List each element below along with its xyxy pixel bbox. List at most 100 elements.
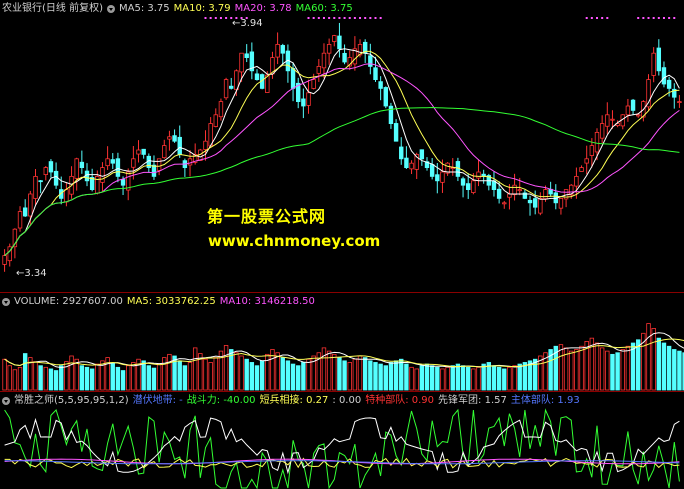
volume-bar	[357, 355, 363, 391]
candle-body	[610, 118, 615, 121]
volume-bar	[435, 366, 440, 391]
candle-body	[110, 159, 115, 164]
volume-bar	[599, 347, 605, 391]
candle-body	[218, 101, 224, 118]
signal-marker	[379, 17, 382, 19]
volume-bar	[275, 352, 280, 391]
candle-body	[543, 189, 548, 200]
signal-marker	[214, 17, 217, 19]
volume-bar	[383, 365, 388, 391]
candle-body	[244, 53, 249, 59]
indicator-header: 常胜之师(5,5,95,95,1,2) 潜伏地带: - 战斗力: -40.00 …	[2, 394, 580, 408]
ma10-line	[4, 50, 680, 256]
candle-body	[368, 55, 373, 67]
signal-marker	[322, 17, 325, 19]
candle-body	[393, 123, 399, 142]
signal-marker	[333, 17, 336, 19]
candle-body	[594, 131, 600, 153]
volume-bar	[378, 363, 383, 391]
signal-marker	[585, 17, 588, 19]
volume-bar	[33, 361, 38, 391]
volume-bar	[440, 368, 445, 391]
candle-body	[373, 67, 378, 81]
signal-marker	[209, 17, 212, 19]
candle-body	[301, 98, 306, 107]
low-price-annotation: ←3.34	[16, 268, 47, 279]
candle-body	[636, 114, 641, 117]
signal-marker	[359, 17, 362, 19]
volume-bar	[445, 366, 450, 391]
signal-marker	[307, 17, 310, 19]
candle-body	[187, 158, 193, 166]
candle-body	[275, 44, 280, 58]
candle-body	[254, 73, 260, 80]
candle-body	[79, 161, 85, 168]
volume-bar	[605, 350, 610, 391]
signal-marker	[312, 17, 315, 19]
volume-bar	[393, 360, 399, 391]
candle-body	[605, 114, 610, 127]
candle-body	[28, 193, 33, 217]
candle-body	[460, 178, 466, 186]
candle-body	[177, 136, 182, 155]
ma60-label: MA60: 3.75	[295, 3, 353, 14]
indicator-pane[interactable]: 常胜之师(5,5,95,95,1,2) 潜伏地带: - 战斗力: -40.00 …	[0, 391, 684, 489]
price-pane[interactable]: 农业银行(日线 前复权) MA5: 3.75 MA10: 3.79 MA20: …	[0, 0, 684, 292]
volume-bar	[182, 365, 188, 391]
candle-body	[48, 161, 54, 173]
ma20-label: MA20: 3.78	[234, 3, 292, 14]
volume-bar	[625, 345, 631, 391]
candle-body	[115, 158, 121, 177]
volume-pane[interactable]: VOLUME: 2927607.00 MA5: 3033762.25 MA10:…	[0, 292, 684, 391]
candle-body	[471, 180, 476, 193]
volume-bar	[373, 362, 378, 391]
volume-bar	[290, 363, 296, 391]
indicator-settings-icon[interactable]	[2, 397, 10, 405]
volume-bar	[476, 366, 481, 391]
candle-body	[625, 105, 631, 116]
candle-body	[213, 114, 218, 127]
candle-body	[435, 174, 440, 182]
candle-body	[33, 175, 38, 199]
volume-bar	[126, 365, 131, 391]
volume-bar	[496, 366, 502, 391]
volume-bar	[491, 365, 497, 391]
volume-bar	[419, 365, 425, 391]
volume-bar	[368, 360, 373, 391]
signal-marker	[637, 17, 640, 19]
stock-title: 农业银行(日线 前复权)	[2, 3, 103, 14]
volume-settings-icon[interactable]	[2, 298, 10, 306]
volume-header: VOLUME: 2927607.00 MA5: 3033762.25 MA10:…	[2, 295, 315, 309]
settings-dropdown-icon[interactable]	[106, 5, 115, 13]
candle-body	[399, 146, 404, 160]
candle-body	[332, 35, 337, 42]
volume-bar	[146, 365, 152, 391]
volume-bar	[59, 365, 64, 391]
volume-bar	[254, 365, 260, 391]
candle-body	[630, 99, 636, 111]
candle-body	[496, 188, 502, 199]
volume-bar	[656, 337, 662, 391]
volume-bar	[208, 362, 213, 391]
volume-bar	[239, 355, 244, 391]
signal-marker	[369, 17, 372, 19]
volume-bar	[234, 352, 239, 391]
candle-body	[229, 85, 234, 89]
volume-bar	[326, 350, 332, 391]
volume-bar	[677, 350, 682, 391]
volume-bar	[7, 365, 12, 391]
signal-marker	[328, 17, 331, 19]
candle-body	[584, 158, 589, 164]
volume-bar	[574, 349, 579, 391]
candle-body	[290, 68, 296, 89]
volume-bar	[409, 366, 414, 391]
watermark-title: 第一股票公式网	[207, 207, 327, 226]
volume-bar	[53, 370, 59, 391]
zhandouli-label: 战斗力: -40.00	[186, 395, 256, 406]
stock-chart-window: 农业银行(日线 前复权) MA5: 3.75 MA10: 3.79 MA20: …	[0, 0, 684, 489]
volume-bar	[512, 365, 517, 391]
volume-bar	[615, 352, 620, 391]
volume-bar	[156, 363, 162, 391]
price-header: 农业银行(日线 前复权) MA5: 3.75 MA10: 3.79 MA20: …	[2, 2, 353, 16]
volume-bar	[167, 353, 172, 391]
